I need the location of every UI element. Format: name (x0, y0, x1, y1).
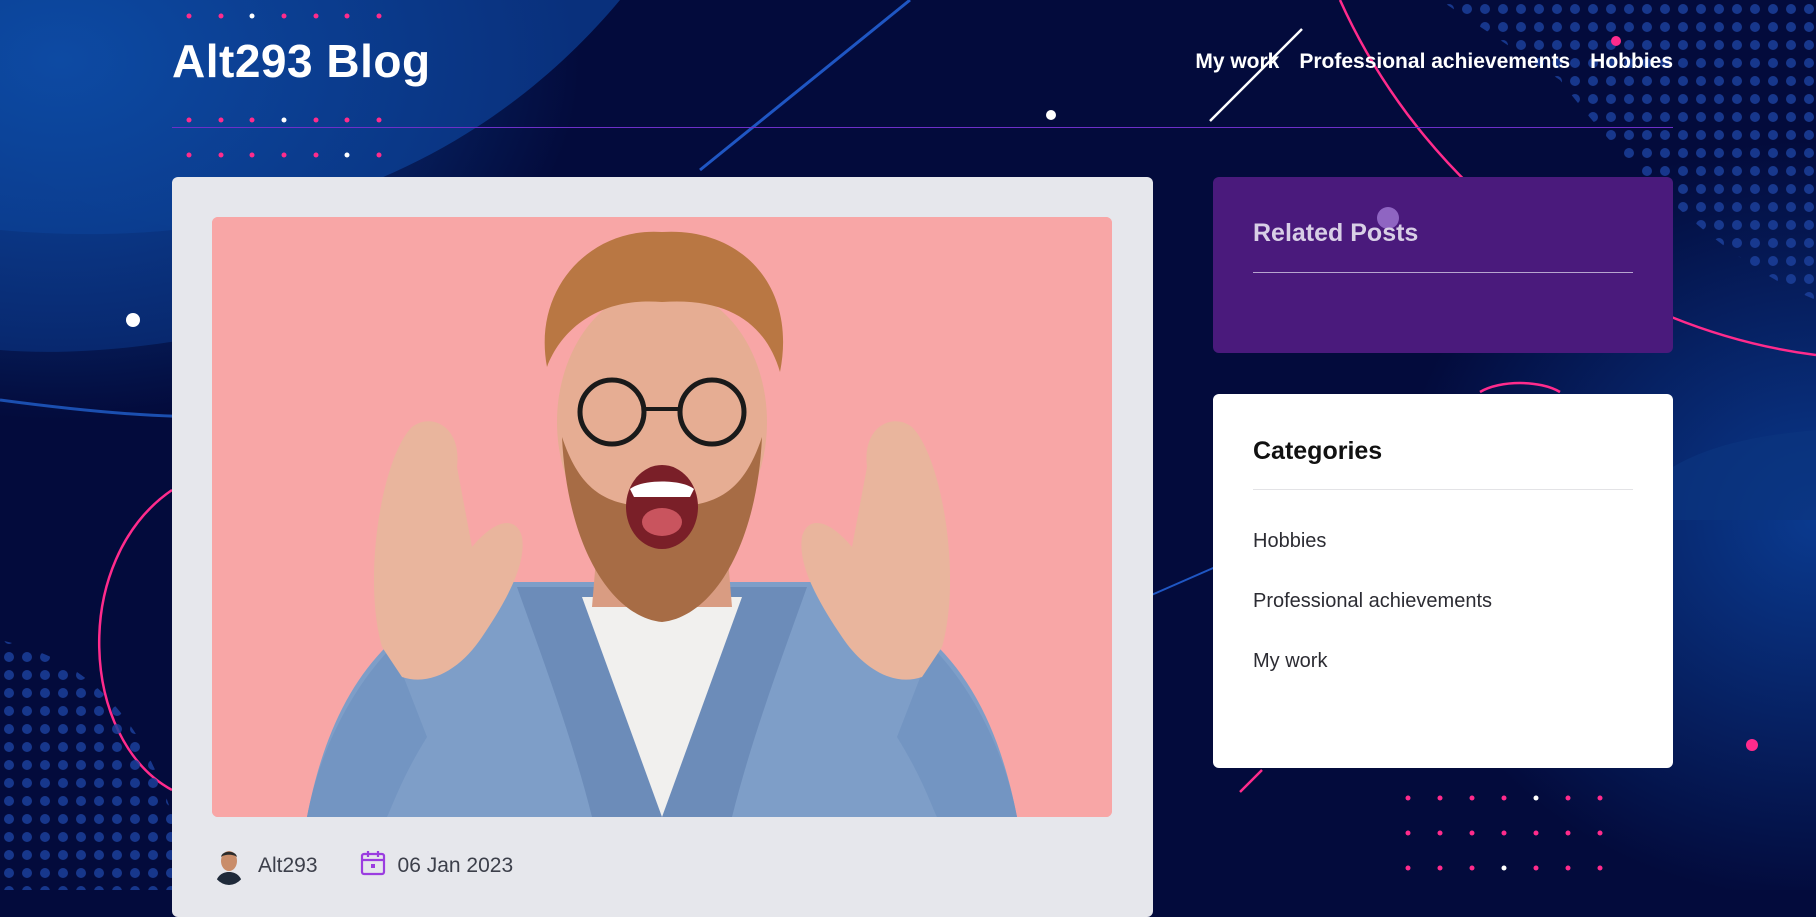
category-item-my-work[interactable]: My work (1253, 650, 1492, 710)
site-logo-title[interactable]: Alt293 Blog (172, 34, 431, 88)
author-avatar (212, 847, 246, 885)
nav-item-hobbies[interactable]: Hobbies (1590, 50, 1673, 74)
post-card: Alt293 06 Jan 2023 (172, 177, 1153, 917)
post-date: 06 Jan 2023 (360, 850, 514, 882)
categories-widget: Categories Hobbies Professional achievem… (1213, 394, 1673, 768)
related-posts-divider (1253, 272, 1633, 273)
category-item-professional-achievements[interactable]: Professional achievements (1253, 590, 1492, 650)
post-author[interactable]: Alt293 (212, 847, 318, 885)
post-featured-image[interactable] (212, 217, 1112, 817)
header-divider (172, 127, 1673, 128)
related-posts-title: Related Posts (1253, 219, 1419, 247)
categories-list: Hobbies Professional achievements My wor… (1253, 530, 1492, 710)
categories-title: Categories (1253, 437, 1383, 465)
main-nav: My work Professional achievements Hobbie… (1195, 50, 1673, 74)
author-name: Alt293 (258, 854, 318, 877)
related-posts-widget: Related Posts (1213, 177, 1673, 353)
calendar-icon (360, 850, 386, 882)
angry-man-illustration (212, 217, 1112, 817)
categories-divider (1253, 489, 1633, 490)
category-item-hobbies[interactable]: Hobbies (1253, 530, 1492, 590)
nav-item-professional-achievements[interactable]: Professional achievements (1299, 50, 1570, 74)
nav-item-my-work[interactable]: My work (1195, 50, 1279, 74)
post-meta: Alt293 06 Jan 2023 (212, 847, 513, 885)
post-date-text: 06 Jan 2023 (397, 854, 514, 877)
